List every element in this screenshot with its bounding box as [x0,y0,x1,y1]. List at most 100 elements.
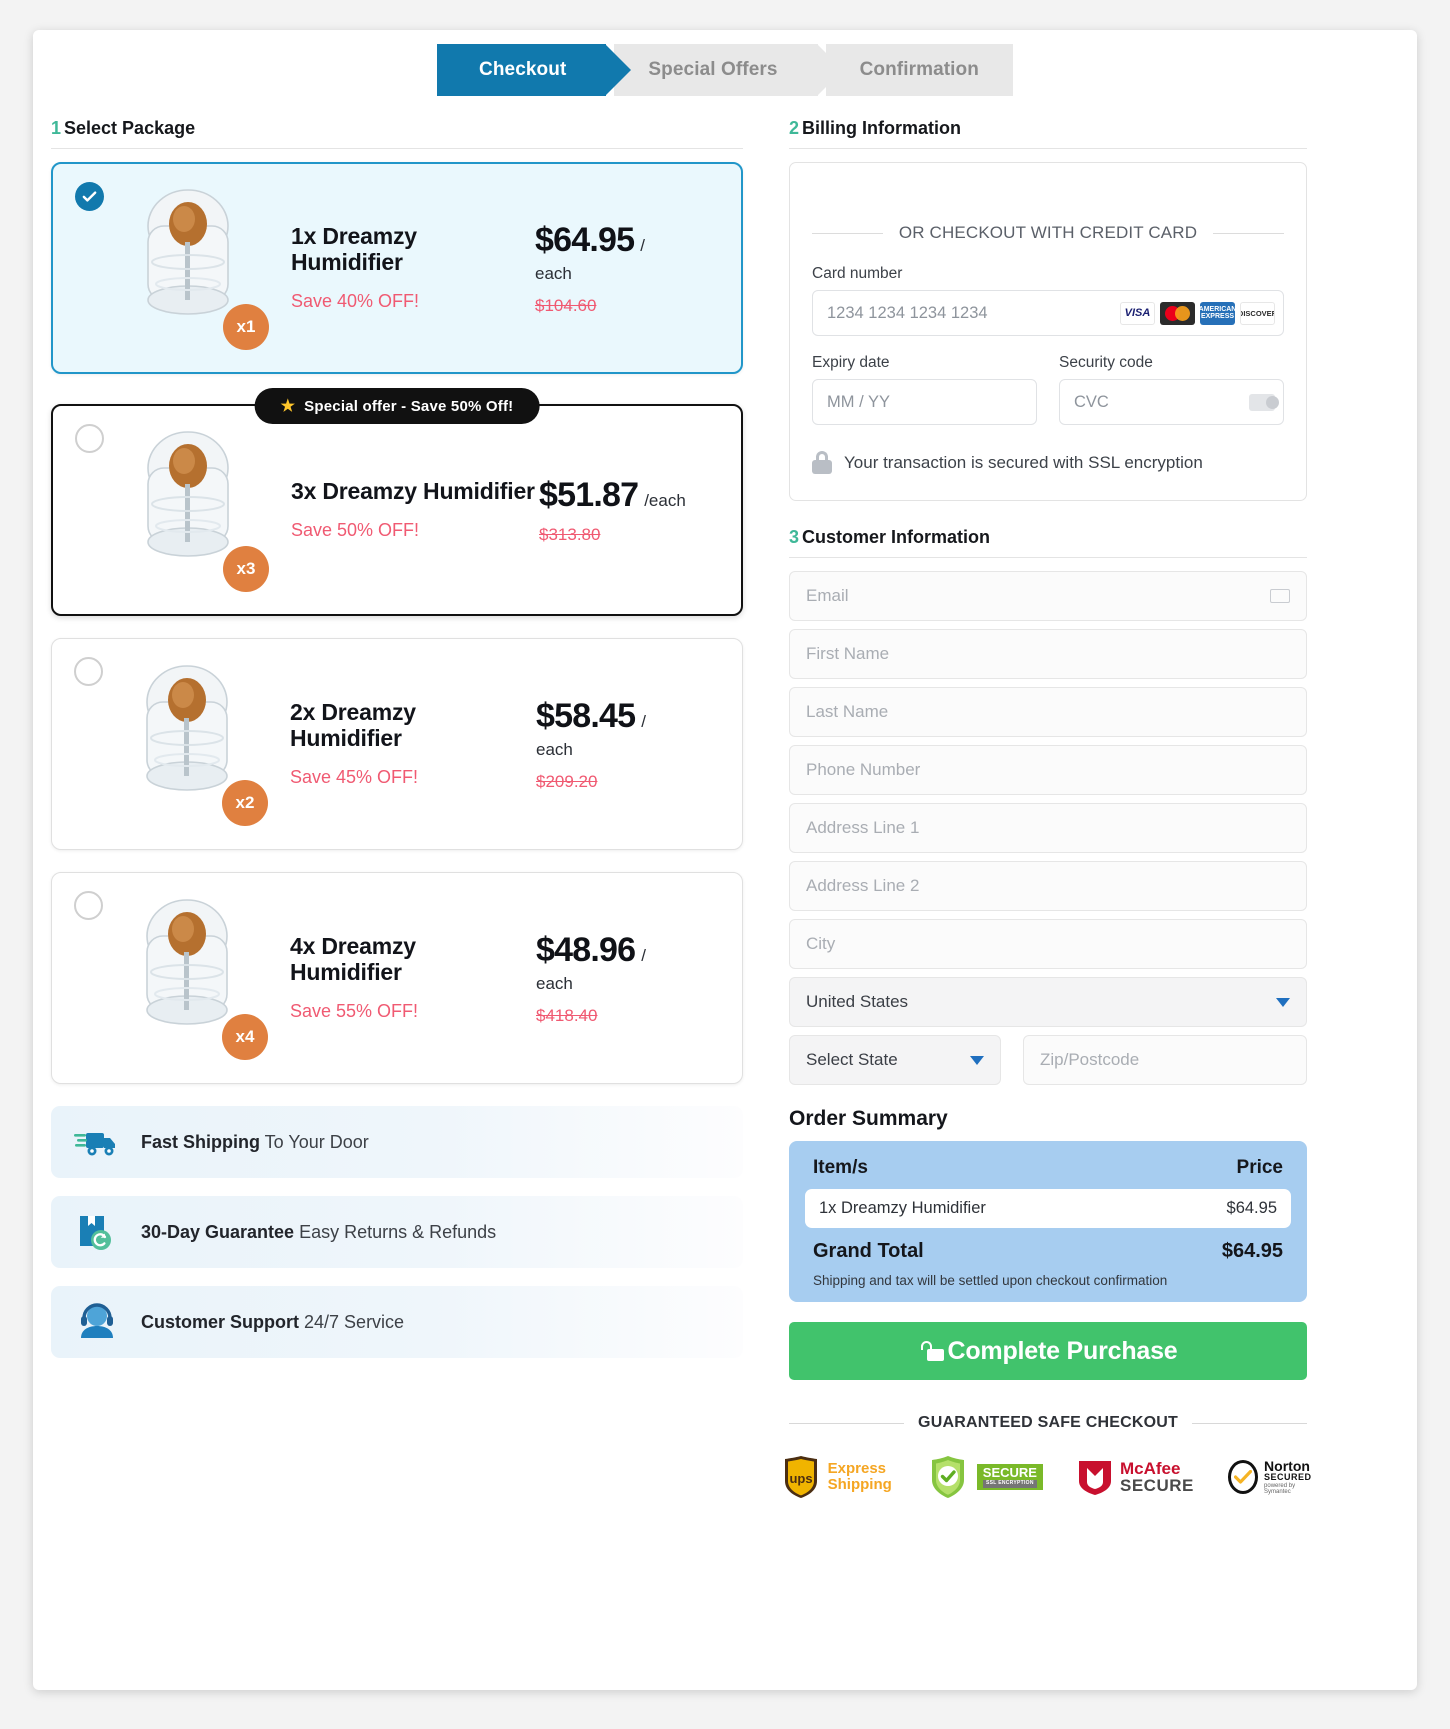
secure-shield-icon [931,1456,964,1498]
package-radio[interactable] [75,424,104,453]
first-name-placeholder: First Name [806,644,890,663]
discover-icon: DISCOVER [1240,301,1275,325]
package-qty-badge: x2 [222,780,268,826]
benefit-bold: Customer Support [141,1311,300,1332]
benefit-guarantee: 30-Day Guarantee Easy Returns & Refunds [51,1196,743,1268]
card-brand-icons: VISA AMERICANEXPRESS DISCOVER [1120,301,1275,325]
cvc-label: Security code [1059,354,1153,371]
norton-line2: SECURED [1264,1472,1312,1483]
package-qty-badge: x4 [222,1014,268,1060]
phone-field[interactable]: Phone Number [789,745,1307,795]
package-radio[interactable] [74,891,103,920]
zip-placeholder: Zip/Postcode [1040,1050,1140,1069]
state-select[interactable]: Select State [789,1035,1001,1085]
expiry-input[interactable]: MM / YY [812,379,1037,425]
special-offer-ribbon: ★ Special offer - Save 50% Off! [254,388,540,424]
package-price: $51.87 [539,475,639,514]
package-option-3x[interactable]: ★ Special offer - Save 50% Off! x3 3x Dr… [51,388,743,616]
zip-field[interactable]: Zip/Postcode [1023,1035,1307,1085]
package-price-original: $209.20 [536,771,598,791]
cvc-input[interactable]: CVC [1059,379,1284,425]
city-field[interactable]: City [789,919,1307,969]
order-summary-title: Order Summary [789,1107,948,1130]
norton-check-icon [1227,1460,1259,1494]
select-package-heading: 1 Select Package [51,118,743,149]
mcafee-shield-icon [1078,1461,1111,1495]
card-number-input[interactable]: 1234 1234 1234 1234 VISA AMERICAN EXPRESS… [812,290,1284,336]
package-price: $58.45 [536,696,636,735]
norton-text: Norton SECURED powered by Symantec [1264,1457,1315,1496]
package-pricing: $51.87 /each $313.80 [535,476,721,545]
card-number-placeholder: 1234 1234 1234 1234 [827,303,988,322]
last-name-field[interactable]: Last Name [789,687,1307,737]
secure-line1: SECURE [982,1465,1037,1481]
card-number-label: Card number [812,265,903,282]
expiry-label: Expiry date [812,354,890,371]
package-title: 2x Dreamzy Humidifier [290,698,416,751]
ssl-secure-badge: SECURE SSL ENCRYPTION [926,1454,1043,1500]
package-title: 1x Dreamzy Humidifier [291,222,417,275]
check-icon [82,191,97,202]
address1-field[interactable]: Address Line 1 [789,803,1307,853]
package-image: x1 [115,184,269,352]
guaranteed-label: GUARANTEED SAFE CHECKOUT [918,1414,1178,1431]
return-box-icon [71,1213,123,1251]
package-price-unit: /each [644,490,686,510]
package-radio-selected[interactable] [75,182,104,211]
mastercard-icon [1160,301,1195,325]
amex-icon: AMERICAN EXPRESS [1200,301,1235,325]
address2-field[interactable]: Address Line 2 [789,861,1307,911]
norton-line1: Norton [1264,1457,1310,1474]
package-title: 3x Dreamzy Humidifier [291,477,535,504]
star-icon: ★ [280,398,296,415]
step-confirmation[interactable]: Confirmation [825,44,1013,96]
ribbon-label: Special offer - Save 50% Off! [304,397,514,415]
divider-line [789,1422,905,1424]
section-title: Select Package [64,118,196,138]
benefit-label: 30-Day Guarantee Easy Returns & Refunds [141,1222,496,1243]
package-info: 4x Dreamzy Humidifier Save 55% OFF! [276,933,532,1023]
first-name-field[interactable]: First Name [789,629,1307,679]
divider-line [1191,1422,1308,1424]
divider-line [812,232,883,234]
package-pricing: $48.96 / each $418.40 [532,931,722,1026]
mcafee-line2: SECURE [1119,1476,1194,1495]
package-option-2x[interactable]: x2 2x Dreamzy Humidifier Save 45% OFF! $… [51,638,743,850]
email-placeholder: Email [806,586,849,605]
step-label: Special Offers [648,59,778,80]
address2-placeholder: Address Line 2 [806,876,920,895]
email-field[interactable]: Email [789,571,1307,621]
country-value: United States [806,992,909,1011]
or-divider: OR CHECKOUT WITH CREDIT CARD [812,223,1284,243]
norton-secured-badge: Norton SECURED powered by Symantec [1227,1457,1316,1496]
guaranteed-checkout-divider: GUARANTEED SAFE CHECKOUT [789,1414,1308,1432]
ssl-notice: Your transaction is secured with SSL enc… [812,451,1284,474]
order-item-price: $64.95 [1226,1199,1277,1217]
svg-text:ups: ups [789,1471,812,1486]
norton-line3: powered by Symantec [1264,1482,1296,1496]
lock-icon [918,1341,944,1361]
order-summary-header: Item/s Price [805,1155,1291,1189]
section-title: Customer Information [802,527,991,547]
package-price-original: $313.80 [539,524,601,544]
package-option-4x[interactable]: x4 4x Dreamzy Humidifier Save 55% OFF! $… [51,872,743,1084]
package-option-1x[interactable]: x1 1x Dreamzy Humidifier Save 40% OFF! $… [51,162,743,374]
city-placeholder: City [806,934,836,953]
step-special-offers[interactable]: Special Offers [614,44,843,96]
order-item-name: 1x Dreamzy Humidifier [819,1199,986,1217]
card-extra-row: Expiry date MM / YY Security code CVC [812,354,1284,425]
package-radio[interactable] [74,657,103,686]
complete-purchase-button[interactable]: Complete Purchase [789,1322,1307,1380]
cvc-card-icon [1249,393,1279,411]
step-checkout[interactable]: Checkout [437,44,632,96]
visa-icon: VISA [1120,301,1155,325]
package-price: $64.95 [535,220,635,259]
benefit-bold: 30-Day Guarantee [141,1221,295,1242]
customer-heading: 3 Customer Information [789,527,1307,558]
package-image: x3 [115,426,269,594]
country-select[interactable]: United States [789,977,1307,1027]
ups-line2: Shipping [827,1476,892,1493]
benefit-label: Customer Support 24/7 Service [141,1312,404,1333]
billing-column: 2 Billing Information OR CHECKOUT WITH CR… [784,118,1311,1500]
package-price-unit: / [641,945,646,965]
